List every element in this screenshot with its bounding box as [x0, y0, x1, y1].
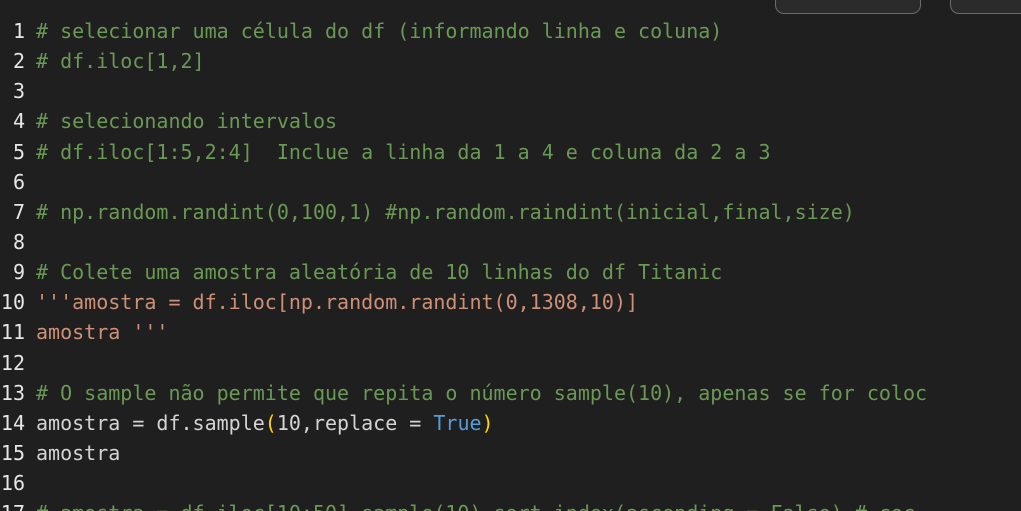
line-text[interactable]: # df.iloc[1:5,2:4] Inclue a linha da 1 a…: [36, 137, 771, 167]
code-token: # np.random.randint(0,100,1) #np.random.…: [36, 199, 855, 224]
line-number: 4: [12, 109, 25, 134]
code-lines: 1 # selecionar uma célula do df (informan…: [0, 16, 1021, 511]
code-line[interactable]: 15 amostra: [0, 438, 1021, 468]
line-text[interactable]: '''amostra = df.iloc[np.random.randint(0…: [36, 287, 638, 317]
code-line[interactable]: 4 # selecionando intervalos: [0, 106, 1021, 136]
code-token: ): [481, 410, 494, 435]
line-number: 1: [12, 19, 25, 43]
code-token: # O sample não permite que repita o núme…: [36, 380, 928, 405]
code-token: # selecionando intervalos: [36, 109, 338, 134]
line-number: 2: [12, 49, 25, 74]
code-line[interactable]: 9 # Colete uma amostra aleatória de 10 li…: [0, 257, 1021, 287]
code-line[interactable]: 1 # selecionar uma célula do df (informan…: [0, 16, 1021, 46]
line-number: 13: [0, 380, 25, 405]
code-editor[interactable]: 1 # selecionar uma célula do df (informan…: [0, 0, 1021, 511]
code-line[interactable]: 6: [0, 167, 1021, 197]
code-token: # df.iloc[1:5,2:4] Inclue a linha da 1 a…: [36, 139, 771, 164]
code-token: # amostra = df.iloc[10:50].sample(10).so…: [36, 501, 915, 511]
line-number: 12: [0, 350, 25, 375]
code-line[interactable]: 5 # df.iloc[1:5,2:4] Inclue a linha da 1 …: [0, 137, 1021, 167]
line-number: 5: [12, 139, 25, 164]
code-token: (: [264, 410, 277, 435]
code-token: # df.iloc[1,2]: [36, 49, 205, 74]
code-line[interactable]: 14 amostra = df.sample(10,replace = True): [0, 408, 1021, 438]
code-token: 10,replace =: [276, 410, 434, 435]
line-text[interactable]: # O sample não permite que repita o núme…: [36, 378, 927, 408]
line-number: 15: [0, 440, 25, 465]
code-token: amostra = df.sample: [36, 410, 265, 435]
code-token: # Colete uma amostra aleatória de 10 lin…: [36, 260, 723, 285]
line-text[interactable]: # selecionando intervalos: [36, 106, 337, 136]
code-line[interactable]: 3: [0, 76, 1021, 106]
line-text[interactable]: # np.random.randint(0,100,1) #np.random.…: [36, 197, 855, 227]
line-number: 7: [12, 199, 25, 224]
code-line[interactable]: 17 # amostra = df.iloc[10:50].sample(10).…: [0, 498, 1021, 511]
line-number: 14: [0, 410, 25, 435]
code-token: amostra ''': [36, 320, 169, 345]
code-line[interactable]: 12: [0, 348, 1021, 378]
line-number: 8: [12, 229, 25, 254]
toolbar-button[interactable]: [775, 0, 921, 14]
line-text[interactable]: amostra = df.sample(10,replace = True): [36, 408, 494, 438]
code-token: # selecionar uma célula do df (informand…: [36, 19, 723, 43]
line-text[interactable]: # Colete uma amostra aleatória de 10 lin…: [36, 257, 722, 287]
code-line[interactable]: 13 # O sample não permite que repita o nú…: [0, 378, 1021, 408]
line-number: 9: [12, 260, 25, 285]
toolbar-button[interactable]: [950, 0, 1021, 14]
line-text[interactable]: # amostra = df.iloc[10:50].sample(10).so…: [36, 498, 915, 511]
code-line[interactable]: 7 # np.random.randint(0,100,1) #np.random…: [0, 197, 1021, 227]
line-number: 10: [0, 290, 25, 315]
line-text[interactable]: amostra: [36, 438, 120, 468]
code-line[interactable]: 2 # df.iloc[1,2]: [0, 46, 1021, 76]
line-text[interactable]: # selecionar uma célula do df (informand…: [36, 16, 722, 46]
line-text[interactable]: # df.iloc[1,2]: [36, 46, 205, 76]
line-text[interactable]: amostra ''': [36, 317, 168, 347]
code-line[interactable]: 11 amostra ''': [0, 317, 1021, 347]
code-token: True: [433, 410, 482, 435]
line-number: 6: [12, 169, 25, 194]
code-line[interactable]: 16: [0, 468, 1021, 498]
line-number: 11: [0, 320, 25, 345]
line-number: 3: [12, 79, 25, 104]
line-number: 17: [0, 498, 25, 511]
line-number: 16: [0, 471, 25, 496]
code-token: amostra: [36, 440, 121, 465]
code-line[interactable]: 10 '''amostra = df.iloc[np.random.randint…: [0, 287, 1021, 317]
code-token: '''amostra = df.iloc[np.random.randint(0…: [36, 290, 639, 315]
code-line[interactable]: 8: [0, 227, 1021, 257]
